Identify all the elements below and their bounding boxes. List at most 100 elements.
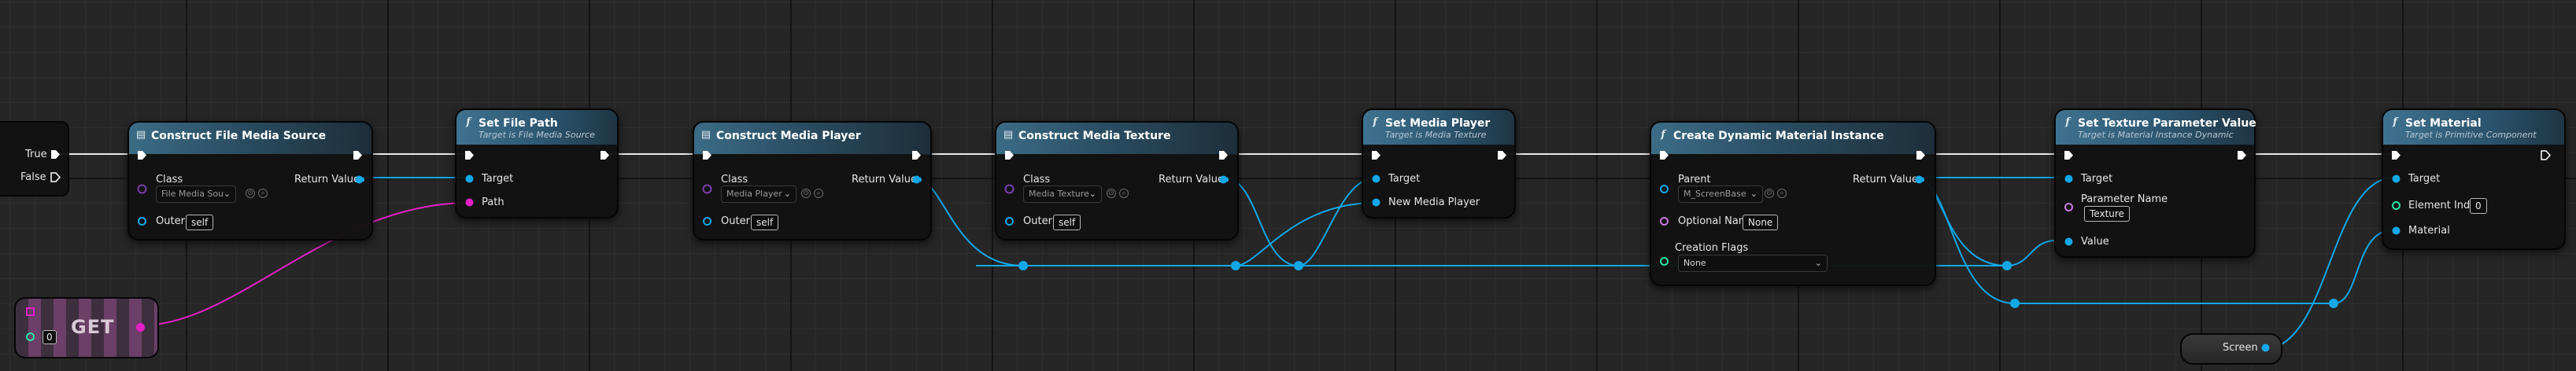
outer-value-box[interactable]: self — [751, 215, 779, 230]
exec-out-pin[interactable] — [2541, 150, 2551, 160]
screen-output-pin[interactable] — [2260, 343, 2271, 353]
material-pin[interactable] — [2391, 226, 2401, 236]
outer-pin[interactable] — [137, 216, 147, 226]
outer-pin-label: Outer — [1023, 215, 1052, 227]
node-title: Construct Media Texture — [1018, 130, 1171, 142]
construct-file-media-source-node[interactable]: ▤ Construct File Media Source Class File… — [128, 121, 373, 241]
exec-in-pin[interactable] — [2064, 150, 2074, 160]
path-pin[interactable] — [464, 197, 475, 208]
construct-media-player-node[interactable]: ▤ Construct Media Player Class Media Pla… — [693, 121, 932, 241]
exec-in-pin[interactable] — [1004, 150, 1015, 160]
exec-in-pin[interactable] — [1659, 150, 1669, 160]
exec-out-pin[interactable] — [911, 150, 922, 160]
index-pin[interactable] — [25, 332, 35, 342]
new-media-player-pin[interactable] — [1371, 197, 1381, 208]
set-media-player-node[interactable]: f Set Media Player Target is Media Textu… — [1362, 108, 1516, 219]
parameter-name-field[interactable]: Texture — [2084, 206, 2130, 222]
exec-out-pin[interactable] — [2237, 150, 2247, 160]
create-dynamic-material-instance-node[interactable]: f Create Dynamic Material Instance Paren… — [1650, 121, 1936, 286]
set-file-path-node[interactable]: f Set File Path Target is File Media Sou… — [455, 108, 619, 219]
parameter-name-pin[interactable] — [2064, 202, 2074, 212]
parameter-name-label: Parameter Name — [2081, 193, 2168, 205]
search-icon[interactable]: ⌕ — [258, 189, 268, 198]
branch-node[interactable]: True False — [0, 121, 69, 197]
array-get-node[interactable]: 0 GET — [14, 297, 159, 358]
value-pin-label: Value — [2081, 236, 2109, 248]
node-title: Set Texture Parameter Value — [2078, 117, 2256, 130]
exec-out-pin[interactable] — [1497, 150, 1507, 160]
node-subtitle: Target is Material Instance Dynamic — [2078, 130, 2234, 140]
target-pin[interactable] — [2064, 174, 2074, 184]
value-pin[interactable] — [2064, 237, 2074, 247]
screen-variable-label: Screen — [2223, 342, 2258, 354]
reroute-knot[interactable] — [2002, 261, 2012, 270]
outer-pin[interactable] — [1004, 216, 1015, 226]
target-pin[interactable] — [2391, 174, 2401, 184]
parent-material-dropdown[interactable]: M_ScreenBase ⌄ — [1678, 186, 1763, 203]
creation-flags-dropdown[interactable]: None ⌄ — [1678, 255, 1828, 272]
function-icon: f — [1661, 129, 1665, 141]
return-value-pin[interactable] — [1218, 174, 1229, 185]
search-icon[interactable]: ⌕ — [1119, 189, 1129, 198]
chevron-down-icon: ⌄ — [1814, 258, 1822, 268]
reroute-knot[interactable] — [2329, 299, 2338, 308]
exec-in-pin[interactable] — [464, 150, 475, 160]
return-value-pin[interactable] — [911, 174, 922, 185]
false-exec-pin[interactable] — [50, 172, 61, 182]
return-value-pin[interactable] — [354, 174, 364, 185]
reroute-knot[interactable] — [1294, 261, 1303, 270]
exec-out-pin[interactable] — [1218, 150, 1229, 160]
class-dropdown[interactable]: Media Player ⌄ — [721, 186, 796, 203]
get-output-pin[interactable] — [135, 322, 146, 332]
class-dropdown[interactable]: File Media Sou ⌄ — [156, 186, 236, 203]
browse-icon[interactable]: ⊙ — [246, 189, 255, 198]
class-pin[interactable] — [702, 184, 712, 194]
true-pin-label: True — [25, 149, 47, 160]
exec-out-pin[interactable] — [1916, 150, 1926, 160]
outer-value-box[interactable]: self — [186, 215, 214, 230]
outer-pin[interactable] — [702, 216, 712, 226]
chevron-down-icon: ⌄ — [223, 189, 231, 199]
optional-name-pin[interactable] — [1659, 216, 1669, 226]
class-dropdown[interactable]: Media Texture ⌄ — [1023, 186, 1102, 203]
parent-pin[interactable] — [1659, 184, 1669, 194]
target-pin[interactable] — [1371, 174, 1381, 184]
optional-name-field[interactable]: None — [1743, 215, 1779, 230]
set-material-node[interactable]: f Set Material Target is Primitive Compo… — [2382, 108, 2566, 250]
class-pin[interactable] — [1004, 184, 1015, 194]
element-index-field[interactable]: 0 — [2470, 198, 2487, 214]
array-input-pin[interactable] — [25, 307, 35, 317]
exec-in-pin[interactable] — [1371, 150, 1381, 160]
exec-out-pin[interactable] — [353, 150, 363, 160]
node-title: Set Material — [2405, 117, 2482, 130]
set-texture-parameter-value-node[interactable]: f Set Texture Parameter Value Target is … — [2054, 108, 2256, 258]
class-pin[interactable] — [137, 184, 147, 194]
target-pin[interactable] — [464, 174, 475, 184]
parent-pin-label: Parent — [1678, 174, 1711, 186]
browse-icon[interactable]: ⊙ — [1107, 189, 1116, 198]
function-icon: f — [2065, 116, 2070, 128]
return-value-pin[interactable] — [1914, 174, 1924, 185]
node-title: Construct File Media Source — [151, 130, 327, 142]
browse-icon[interactable]: ⊙ — [1765, 189, 1774, 198]
exec-out-pin[interactable] — [600, 150, 610, 160]
element-index-pin[interactable] — [2391, 200, 2401, 211]
exec-in-pin[interactable] — [2391, 150, 2401, 160]
construct-media-texture-node[interactable]: ▤ Construct Media Texture Class Media Te… — [995, 121, 1239, 241]
search-icon[interactable]: ⌕ — [814, 189, 823, 198]
true-exec-pin[interactable] — [50, 149, 61, 160]
exec-in-pin[interactable] — [137, 150, 147, 160]
function-icon: f — [466, 116, 471, 128]
outer-value-box[interactable]: self — [1053, 215, 1081, 230]
reroute-knot[interactable] — [2010, 299, 2020, 308]
browse-icon[interactable]: ⊙ — [801, 189, 811, 198]
search-icon[interactable]: ⌕ — [1777, 189, 1787, 198]
exec-in-pin[interactable] — [702, 150, 712, 160]
index-field[interactable]: 0 — [43, 330, 57, 344]
creation-flags-pin[interactable] — [1659, 256, 1669, 266]
screen-variable-node[interactable]: Screen — [2180, 333, 2282, 365]
reroute-knot[interactable] — [1231, 261, 1240, 270]
blueprint-graph-canvas[interactable]: True False ▤ Construct File Media Source… — [0, 0, 2576, 371]
class-pin-label: Class — [721, 174, 748, 186]
reroute-knot[interactable] — [1018, 261, 1028, 270]
